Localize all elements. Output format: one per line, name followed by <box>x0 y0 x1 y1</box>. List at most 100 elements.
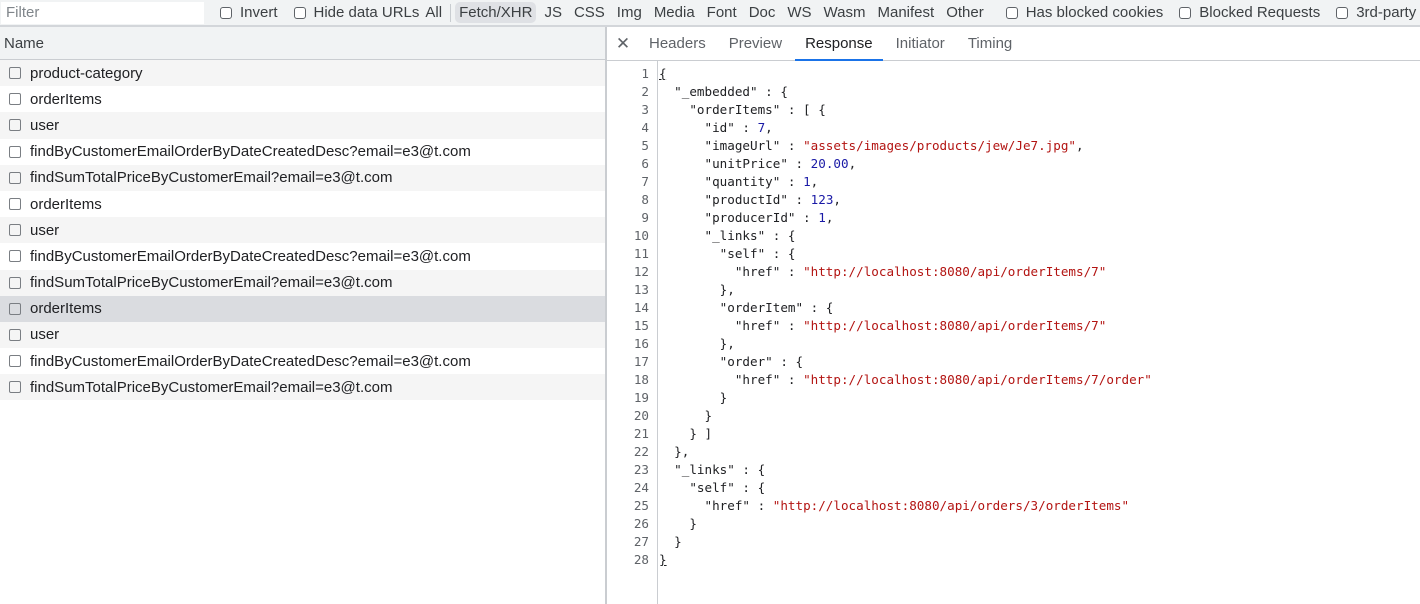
close-icon[interactable]: ✕ <box>607 27 639 60</box>
response-code: 1{2 "_embedded" : {3 "orderItems" : [ {4… <box>607 65 1152 569</box>
code-text: "href" : "http://localhost:8080/api/orde… <box>653 263 1107 281</box>
tab-response[interactable]: Response <box>795 27 883 61</box>
json-string: "http://localhost:8080/api/orderItems/7" <box>803 318 1107 333</box>
request-row[interactable]: findByCustomerEmailOrderByDateCreatedDes… <box>0 348 605 374</box>
request-row[interactable]: user <box>0 321 605 349</box>
code-text: "self" : { <box>653 479 765 497</box>
line-number: 20 <box>633 408 649 423</box>
type-filter-js[interactable]: JS <box>540 2 566 23</box>
checkbox-icon[interactable] <box>1179 6 1192 19</box>
details-tabs: ✕ Headers Preview Response Initiator Timing <box>607 27 1420 61</box>
checkbox-icon[interactable] <box>1336 6 1349 19</box>
type-filter-fetch-xhr[interactable]: Fetch/XHR <box>455 2 537 23</box>
type-filter-all[interactable]: All <box>421 2 446 23</box>
code-text: } <box>653 407 712 425</box>
request-type-icon <box>9 355 21 368</box>
tab-preview[interactable]: Preview <box>719 27 792 60</box>
request-type-icon <box>9 198 21 211</box>
tab-timing[interactable]: Timing <box>958 27 1022 60</box>
name-column-header[interactable]: Name <box>0 27 605 60</box>
request-name: orderItems <box>30 90 102 108</box>
line-number: 8 <box>641 192 649 207</box>
filter-input[interactable] <box>1 1 204 24</box>
code-text: "imageUrl" : "assets/images/products/jew… <box>653 137 1083 155</box>
request-type-icon <box>9 328 21 341</box>
checkbox-icon[interactable] <box>1005 6 1018 19</box>
json-punctuation: "order" : { <box>659 354 804 369</box>
json-punctuation: "href" : <box>659 372 804 387</box>
json-punctuation: }, <box>659 336 735 351</box>
type-filter-manifest[interactable]: Manifest <box>874 2 939 23</box>
json-punctuation: "quantity" : <box>659 174 804 189</box>
json-punctuation: } <box>659 534 682 549</box>
request-type-icon <box>9 224 21 237</box>
line-number: 24 <box>633 480 649 495</box>
code-text: } <box>653 515 697 533</box>
code-line: 21 } ] <box>607 425 1152 443</box>
type-filter-img[interactable]: Img <box>613 2 646 23</box>
line-number: 15 <box>633 318 649 333</box>
hide-data-urls-label: Hide data URLs <box>313 4 420 21</box>
code-line: 22 }, <box>607 443 1152 461</box>
type-filter-doc[interactable]: Doc <box>745 2 780 23</box>
blocked-requests-checkbox[interactable]: Blocked Requests <box>1179 4 1320 21</box>
json-punctuation: , <box>765 120 773 135</box>
invert-checkbox[interactable]: Invert <box>220 4 278 21</box>
tab-headers[interactable]: Headers <box>639 27 716 60</box>
json-punctuation: "orderItem" : { <box>659 300 834 315</box>
code-text: "id" : 7, <box>653 119 773 137</box>
request-name: product-category <box>30 64 143 82</box>
request-name: findSumTotalPriceByCustomerEmail?email=e… <box>30 274 393 292</box>
request-row[interactable]: product-category <box>0 60 605 87</box>
checkbox-icon[interactable] <box>220 6 232 19</box>
type-filter-media[interactable]: Media <box>650 2 699 23</box>
line-number: 4 <box>641 120 649 135</box>
request-row[interactable]: findSumTotalPriceByCustomerEmail?email=e… <box>0 164 605 191</box>
json-punctuation: } ] <box>659 426 713 441</box>
code-line: 16 }, <box>607 335 1152 353</box>
code-line: 17 "order" : { <box>607 353 1152 371</box>
code-line: 4 "id" : 7, <box>607 119 1152 137</box>
request-name: findByCustomerEmailOrderByDateCreatedDes… <box>30 143 471 161</box>
json-punctuation: , <box>833 192 841 207</box>
code-text: }, <box>653 335 735 353</box>
code-line: 7 "quantity" : 1, <box>607 173 1152 191</box>
code-text: "order" : { <box>653 353 803 371</box>
json-string: "http://localhost:8080/api/orders/3/orde… <box>772 498 1130 513</box>
line-number: 18 <box>633 372 649 387</box>
has-blocked-cookies-checkbox[interactable]: Has blocked cookies <box>1005 4 1163 21</box>
line-number: 19 <box>633 390 649 405</box>
json-punctuation: "imageUrl" : <box>659 138 804 153</box>
line-number: 11 <box>633 246 649 261</box>
request-type-icon <box>9 93 21 106</box>
json-punctuation: "href" : <box>659 498 773 513</box>
json-punctuation: "_links" : { <box>659 462 766 477</box>
type-filter-font[interactable]: Font <box>703 2 741 23</box>
request-row[interactable]: user <box>0 217 605 244</box>
type-filter-wasm[interactable]: Wasm <box>820 2 870 23</box>
name-column-label: Name <box>4 34 45 52</box>
request-row[interactable]: findByCustomerEmailOrderByDateCreatedDes… <box>0 243 605 269</box>
blocked-requests-label: Blocked Requests <box>1199 4 1321 21</box>
code-line: 20 } <box>607 407 1152 425</box>
code-text: "unitPrice" : 20.00, <box>653 155 856 173</box>
checkbox-icon[interactable] <box>293 6 306 19</box>
request-row[interactable]: orderItems <box>0 295 605 322</box>
json-number: 20.00 <box>810 156 849 171</box>
type-filter-css[interactable]: CSS <box>570 2 609 23</box>
third-party-requests-checkbox[interactable]: 3rd-party re <box>1336 4 1420 21</box>
request-row[interactable]: user <box>0 112 605 139</box>
request-type-icon <box>9 119 21 132</box>
request-row[interactable]: findSumTotalPriceByCustomerEmail?email=e… <box>0 269 605 296</box>
request-type-icon <box>9 381 21 394</box>
request-row[interactable]: orderItems <box>0 86 605 112</box>
request-row[interactable]: findSumTotalPriceByCustomerEmail?email=e… <box>0 374 605 401</box>
request-row[interactable]: orderItems <box>0 191 605 217</box>
request-row[interactable]: findByCustomerEmailOrderByDateCreatedDes… <box>0 139 605 165</box>
type-filter-other[interactable]: Other <box>942 2 988 23</box>
type-filter-ws[interactable]: WS <box>783 2 815 23</box>
request-name: orderItems <box>30 300 102 318</box>
tab-initiator[interactable]: Initiator <box>886 27 955 60</box>
hide-data-urls-checkbox[interactable]: Hide data URLs <box>293 4 420 21</box>
request-type-icon <box>9 67 21 80</box>
